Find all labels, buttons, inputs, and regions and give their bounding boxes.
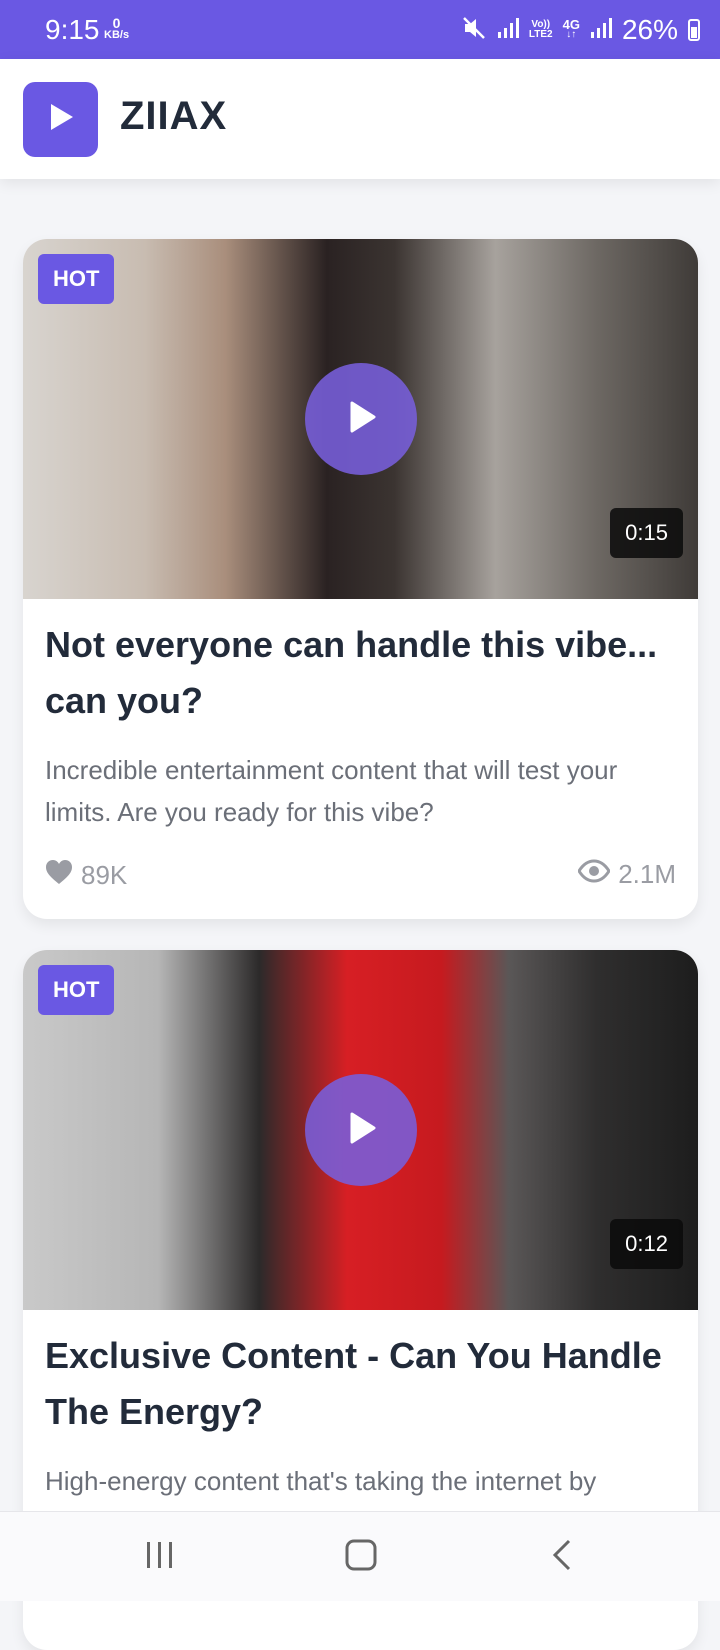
- status-icons: Vo)) LTE2 4G ↓↑ 26%: [461, 10, 700, 50]
- back-icon: [550, 1538, 574, 1577]
- battery-icon: [688, 19, 700, 41]
- battery-percent: 26%: [621, 14, 678, 45]
- app-header: ZIIAX: [0, 59, 720, 179]
- hot-badge: HOT: [38, 254, 115, 304]
- video-description: High-energy content that's taking the in…: [45, 1466, 597, 1496]
- network-speed-value: 0: [112, 15, 121, 31]
- status-bar: 9:15 0 KB/s Vo)) LTE2 4G ↓↑ 26%: [0, 0, 720, 59]
- back-button[interactable]: [532, 1532, 592, 1582]
- likes-value: 89K: [81, 860, 128, 890]
- play-button[interactable]: [305, 1074, 417, 1186]
- volte-label: Vo)) LTE2: [529, 20, 553, 40]
- play-icon: [344, 399, 378, 440]
- app-logo[interactable]: [23, 82, 98, 157]
- video-duration: 0:15: [610, 508, 683, 558]
- system-nav-bar: [0, 1511, 720, 1601]
- hot-badge: HOT: [38, 965, 115, 1015]
- views-value: 2.1M: [618, 859, 676, 889]
- video-thumbnail[interactable]: HOT 0:15: [23, 239, 698, 599]
- status-time: 9:15: [45, 14, 100, 45]
- video-title[interactable]: Not everyone can handle this vibe... can…: [45, 617, 675, 729]
- recents-icon: [144, 1540, 176, 1575]
- home-button[interactable]: [331, 1532, 391, 1582]
- video-card[interactable]: HOT 0:15 Not everyone can handle this vi…: [23, 239, 698, 919]
- network-type: 4G ↓↑: [563, 18, 580, 40]
- app-title: ZIIAX: [120, 94, 228, 138]
- video-thumbnail[interactable]: HOT 0:12: [23, 950, 698, 1310]
- home-icon: [344, 1538, 378, 1577]
- signal-icon: [497, 17, 519, 44]
- mute-icon: [461, 15, 487, 46]
- play-icon: [46, 101, 76, 138]
- recents-button[interactable]: [130, 1532, 190, 1582]
- signal-icon-2: [590, 17, 612, 44]
- volte-bottom: LTE2: [528, 29, 553, 40]
- network-speed-unit: KB/s: [104, 29, 130, 41]
- network-speed: 0 KB/s: [104, 16, 129, 41]
- video-title[interactable]: Exclusive Content - Can You Handle The E…: [45, 1328, 675, 1440]
- views-count: 2.1M: [577, 859, 676, 890]
- video-duration: 0:12: [610, 1219, 683, 1269]
- likes-count[interactable]: 89K: [45, 859, 127, 892]
- heart-icon: [45, 859, 73, 892]
- play-button[interactable]: [305, 363, 417, 475]
- eye-icon: [577, 859, 611, 890]
- video-description: Incredible entertainment content that wi…: [45, 755, 618, 827]
- play-icon: [344, 1110, 378, 1151]
